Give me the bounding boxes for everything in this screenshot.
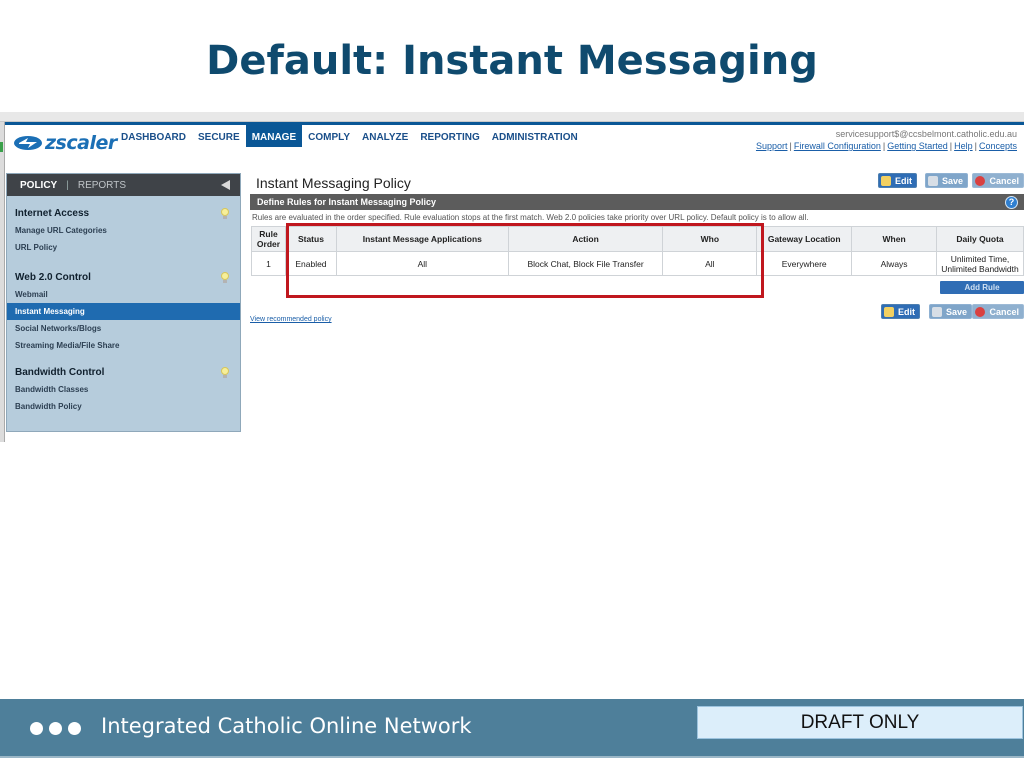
logo-wordmark: zscaler [45,132,117,154]
lightbulb-icon[interactable] [220,367,230,379]
sidebar-item-streaming-media-file-share[interactable]: Streaming Media/File Share [7,337,240,354]
footer-underline [0,756,1024,768]
save-icon [927,175,938,186]
zscaler-logo-icon [14,136,42,150]
tab-separator: | [66,179,69,191]
app-header: zscaler DASHBOARD SECURE MANAGE COMPLY A… [5,122,1024,162]
lightbulb-icon[interactable] [220,208,230,220]
sidebar-section-internet-access: Internet Access Manage URL Categories UR… [7,206,240,256]
edit-icon [881,175,891,186]
sidebar-section-bandwidth-control: Bandwidth Control Bandwidth Classes Band… [7,365,240,415]
edit-icon [884,306,894,317]
save-label: Save [941,175,963,186]
cancel-button[interactable]: Cancel [972,173,1024,188]
help-link[interactable]: Help [954,141,973,151]
sidebar-tabs: POLICY | REPORTS [7,174,240,196]
edit-label: Edit [895,175,912,186]
save-icon [931,306,942,317]
getting-started-link[interactable]: Getting Started [887,141,948,151]
account-email: servicesupport$@ccsbelmont.catholic.edu.… [835,129,1017,139]
collapse-arrow-icon[interactable] [221,180,230,190]
cell-gateway-location: Everywhere [756,251,853,276]
sidebar-item-manage-url-categories[interactable]: Manage URL Categories [7,222,240,239]
nav-dashboard[interactable]: DASHBOARD [115,125,192,147]
sidebar-item-bandwidth-classes[interactable]: Bandwidth Classes [7,381,240,398]
sidebar-section-web-2-0-control: Web 2.0 Control Webmail Instant Messagin… [7,270,240,354]
nav-administration[interactable]: ADMINISTRATION [486,125,584,147]
cell-when: Always [851,251,938,276]
window-edge-marker [0,142,3,152]
help-icon[interactable]: ? [1005,196,1018,209]
sidebar-item-webmail[interactable]: Webmail [7,286,240,303]
tab-policy[interactable]: POLICY [20,180,57,191]
nav-comply[interactable]: COMPLY [302,125,356,147]
dot-icon [30,722,43,735]
edit-button-bottom[interactable]: Edit [881,304,920,319]
page-title: Instant Messaging Policy [256,175,411,191]
firewall-configuration-link[interactable]: Firewall Configuration [794,141,881,151]
save-button[interactable]: Save [924,173,968,188]
sidebar-item-instant-messaging[interactable]: Instant Messaging [7,303,240,320]
sidebar-heading-internet-access: Internet Access [15,208,90,219]
edit-label: Edit [898,306,915,317]
zscaler-logo[interactable]: zscaler [13,130,117,156]
policy-sidebar: POLICY | REPORTS Internet Access Manage … [6,173,241,432]
column-header[interactable]: When [851,226,938,252]
view-recommended-policy-link[interactable]: View recommended policy [250,316,332,323]
sidebar-item-url-policy[interactable]: URL Policy [7,239,240,256]
dot-icon [68,722,81,735]
top-nav: DASHBOARD SECURE MANAGE COMPLY ANALYZE R… [115,125,584,147]
column-header[interactable]: Daily Quota [936,226,1024,252]
tab-reports[interactable]: REPORTS [78,180,126,191]
cancel-button-bottom[interactable]: Cancel [972,304,1024,319]
cancel-icon [975,306,986,317]
browser-left-edge [0,122,5,442]
cancel-label: Cancel [989,306,1019,317]
nav-manage[interactable]: MANAGE [245,125,303,147]
column-header[interactable]: Rule Order [251,226,286,252]
draft-badge: DRAFT ONLY [697,706,1023,739]
add-rule-button[interactable]: Add Rule [940,281,1024,294]
nav-analyze[interactable]: ANALYZE [356,125,414,147]
sidebar-heading-bandwidth-control: Bandwidth Control [15,367,105,378]
rules-note: Rules are evaluated in the order specifi… [252,213,809,222]
nav-secure[interactable]: SECURE [192,125,246,147]
save-button-bottom[interactable]: Save [928,304,972,319]
cancel-label: Cancel [989,175,1019,186]
slide-footer: Integrated Catholic Online Network DRAFT… [0,699,1024,756]
edit-button[interactable]: Edit [878,173,917,188]
cancel-icon [975,175,986,186]
sidebar-heading-web-2-0-control: Web 2.0 Control [15,272,91,283]
lightbulb-icon[interactable] [220,272,230,284]
cell-daily-quota: Unlimited Time, Unlimited Bandwidth [936,251,1024,276]
support-link[interactable]: Support [756,141,788,151]
save-label: Save [945,306,967,317]
account-links: Support | Firewall Configuration | Getting S… [756,140,1017,152]
sidebar-item-bandwidth-policy[interactable]: Bandwidth Policy [7,398,240,415]
define-rules-title: Define Rules for Instant Messaging Polic… [257,197,437,207]
footer-dots [30,722,87,735]
dot-icon [49,722,62,735]
footer-network-name: Integrated Catholic Online Network [101,714,472,738]
slide-title: Default: Instant Messaging [206,38,818,84]
highlight-box [286,223,764,298]
nav-reporting[interactable]: REPORTING [414,125,485,147]
sidebar-item-social-networks-blogs[interactable]: Social Networks/Blogs [7,320,240,337]
concepts-link[interactable]: Concepts [979,141,1017,151]
policy-main-panel: Instant Messaging Policy Edit Save Cance… [250,173,1024,433]
column-header[interactable]: Gateway Location [756,226,853,252]
cell-rule-order: 1 [251,251,286,276]
define-rules-header: Define Rules for Instant Messaging Polic… [250,194,1024,210]
browser-top-strip [0,112,1024,122]
screenshot-frame: zscaler DASHBOARD SECURE MANAGE COMPLY A… [0,112,1024,442]
account-area: servicesupport$@ccsbelmont.catholic.edu.… [756,128,1017,152]
